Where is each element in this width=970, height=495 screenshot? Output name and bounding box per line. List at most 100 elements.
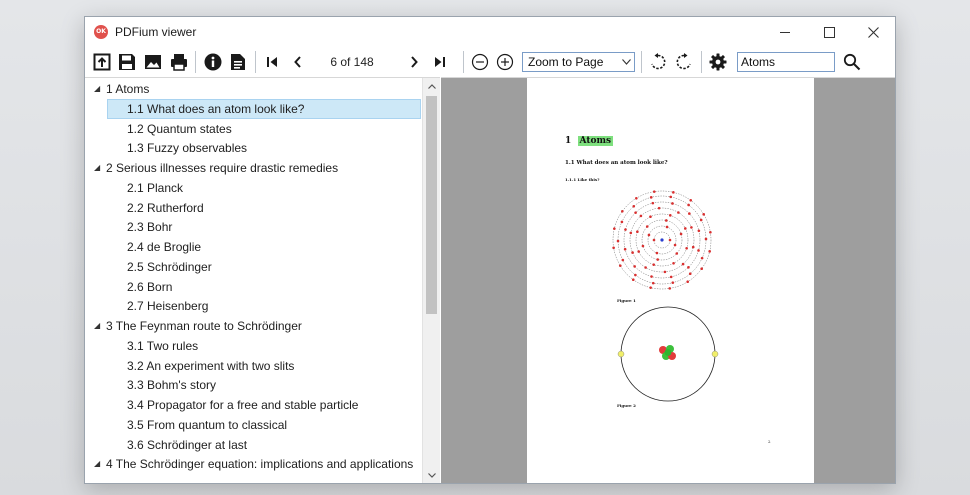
- rotate-right-button[interactable]: [673, 51, 695, 73]
- last-page-button[interactable]: [429, 51, 451, 73]
- first-page-button[interactable]: [261, 51, 283, 73]
- outline-chapter-item[interactable]: ◢ 1 Atoms: [85, 79, 422, 99]
- scroll-up-button[interactable]: [423, 78, 440, 95]
- electron: [686, 280, 689, 284]
- info-icon: [204, 53, 222, 71]
- info-button[interactable]: [202, 51, 224, 73]
- expand-arrow-icon[interactable]: ◢: [94, 316, 100, 336]
- next-page-button[interactable]: [403, 51, 425, 73]
- outline-section-item[interactable]: 1.2 Quantum states: [85, 119, 422, 139]
- electron: [691, 245, 695, 249]
- print-icon: [171, 54, 187, 71]
- outline-section-item[interactable]: 2.5 Schrödinger: [85, 257, 422, 277]
- electron: [702, 213, 706, 216]
- outline-section-item[interactable]: 2.6 Born: [85, 277, 422, 297]
- outline-section-item[interactable]: 3.1 Two rules: [85, 336, 422, 356]
- expand-arrow-icon[interactable]: ◢: [94, 158, 100, 178]
- electron: [668, 214, 672, 217]
- electron: [657, 206, 661, 210]
- page-subsubheading: 1.1.1 Like this?: [565, 177, 600, 182]
- electron: [687, 266, 690, 269]
- toolbar-separator: [255, 51, 256, 73]
- atom-nucleus-figure: [617, 306, 719, 402]
- page-heading-number: 1: [565, 136, 572, 146]
- search-input[interactable]: [737, 52, 835, 72]
- electron: [652, 190, 656, 193]
- electron: [621, 209, 624, 213]
- scroll-down-button[interactable]: [423, 467, 440, 483]
- outline-section-item[interactable]: 3.4 Propagator for a free and stable par…: [85, 395, 422, 415]
- toolbar-separator: [641, 51, 642, 73]
- outline-section-item[interactable]: 2.4 de Broglie: [85, 237, 422, 257]
- outline-section-item[interactable]: 2.3 Bohr: [85, 217, 422, 237]
- rotate-left-button[interactable]: [647, 51, 669, 73]
- electron: [637, 250, 641, 253]
- outline-chapter-item[interactable]: ◢ 4 The Schrödinger equation: implication…: [85, 454, 422, 474]
- electron: [704, 237, 708, 241]
- outline-scrollbar[interactable]: [422, 78, 440, 483]
- electron: [697, 249, 700, 252]
- open-button[interactable]: [91, 51, 113, 73]
- page-indicator[interactable]: 6 of 148: [317, 55, 387, 69]
- previous-page-icon: [294, 56, 301, 68]
- electron: [645, 225, 649, 228]
- image-button[interactable]: [142, 51, 164, 73]
- title-bar[interactable]: OK PDFium viewer: [85, 17, 895, 47]
- electron: [663, 270, 667, 274]
- outline-section-item[interactable]: 2.2 Rutherford: [85, 198, 422, 218]
- figure-2-caption: Figure 2: [617, 403, 636, 408]
- close-button[interactable]: [851, 17, 895, 47]
- electron: [675, 252, 679, 255]
- electron: [673, 243, 677, 247]
- electron: [668, 238, 672, 242]
- outline-item-label: 1.2 Quantum states: [127, 121, 232, 136]
- electron: [679, 232, 683, 236]
- electron: [634, 211, 637, 214]
- outline-section-item[interactable]: 3.3 Bohm's story: [85, 375, 422, 395]
- outline-item-label: 2.5 Schrödinger: [127, 259, 212, 274]
- outline-section-item[interactable]: 3.5 From quantum to classical: [85, 415, 422, 435]
- outline-item-label: 3.3 Bohm's story: [127, 378, 216, 393]
- settings-button[interactable]: [707, 51, 729, 73]
- scroll-thumb[interactable]: [426, 96, 437, 314]
- rotate-left-icon: [651, 53, 666, 70]
- previous-page-button[interactable]: [287, 51, 309, 73]
- last-page-icon: [435, 57, 445, 67]
- maximize-button[interactable]: [807, 17, 851, 47]
- outline-chapter-item[interactable]: ◢ 2 Serious illnesses require drastic rem…: [85, 158, 422, 178]
- electron: [700, 267, 703, 271]
- zoom-out-button[interactable]: [469, 51, 491, 73]
- electron: [650, 275, 653, 278]
- outline-section-item[interactable]: 3.2 An experiment with two slits: [85, 356, 422, 376]
- chevron-down-icon: [618, 53, 634, 71]
- outline-section-item[interactable]: 1.1 What does an atom look like?: [85, 99, 422, 119]
- outline-section-item[interactable]: 1.3 Fuzzy observables: [85, 138, 422, 158]
- pdf-page[interactable]: 1 Atoms 1.1 What does an atom look like?…: [527, 78, 814, 483]
- toolbar-separator: [195, 51, 196, 73]
- outline-section-item[interactable]: 2.7 Heisenberg: [85, 296, 422, 316]
- electron: [685, 246, 688, 250]
- electron: [621, 258, 625, 262]
- expand-arrow-icon[interactable]: ◢: [94, 79, 100, 99]
- outline-section-item[interactable]: 3.6 Schrödinger at last: [85, 435, 422, 455]
- outline-item-label: 2.6 Born: [127, 279, 173, 294]
- maximize-icon: [823, 26, 835, 38]
- outline-item-label: 1 Atoms: [106, 82, 150, 96]
- electron: [641, 244, 645, 248]
- save-button[interactable]: [116, 51, 138, 73]
- expand-arrow-icon[interactable]: ◢: [94, 454, 100, 474]
- zoom-in-button[interactable]: [494, 51, 516, 73]
- electron: [649, 196, 653, 199]
- atom-orbits-figure: [612, 190, 712, 290]
- document-viewer[interactable]: 1 Atoms 1.1 What does an atom look like?…: [441, 77, 895, 483]
- electron: [709, 230, 712, 234]
- first-page-icon: [267, 57, 277, 67]
- outline-section-item[interactable]: 2.1 Planck: [85, 178, 422, 198]
- print-button[interactable]: [168, 51, 190, 73]
- zoom-select[interactable]: Zoom to Page: [522, 52, 635, 72]
- outline-chapter-item[interactable]: ◢ 3 The Feynman route to Schrödinger: [85, 316, 422, 336]
- document-properties-button[interactable]: [227, 51, 249, 73]
- search-button[interactable]: [841, 51, 863, 73]
- minimize-button[interactable]: [763, 17, 807, 47]
- outline-tree: ◢ 1 Atoms 1.1 What does an atom look like?…: [85, 78, 422, 483]
